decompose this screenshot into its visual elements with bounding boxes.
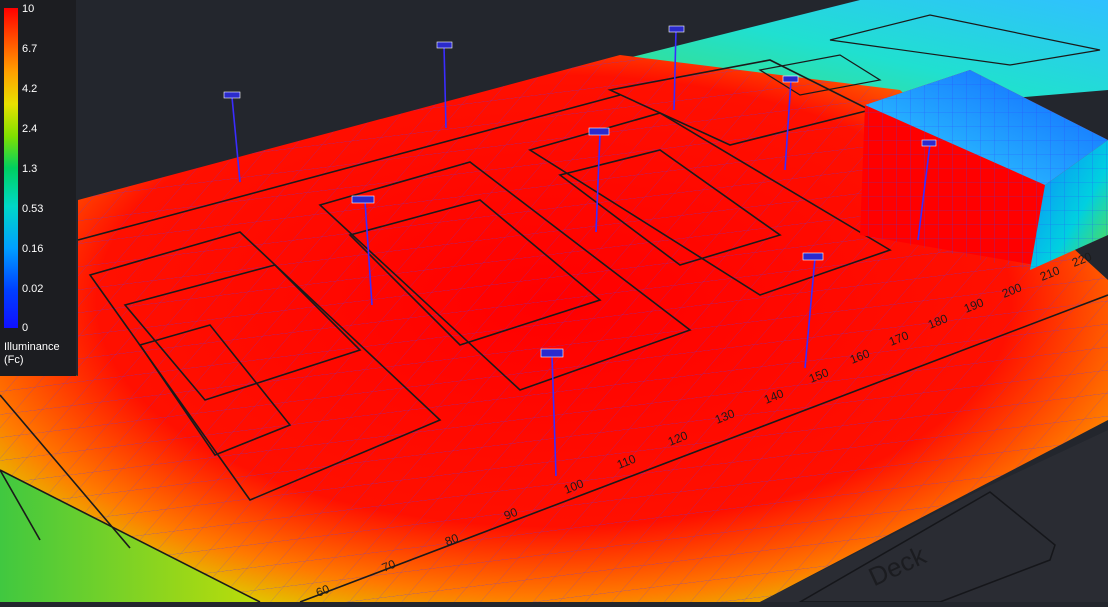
legend-tick: 1.3 (22, 163, 38, 175)
luminaire-3 (668, 25, 685, 33)
scene-svg[interactable]: 60 70 80 90 100 110 120 130 140 150 160 … (0, 0, 1108, 603)
legend-tick: 0 (22, 322, 29, 334)
color-scale-bar (4, 8, 18, 328)
legend-tick: 2.4 (22, 123, 38, 135)
legend-tick: 0.16 (22, 243, 44, 255)
luminaire-9 (540, 348, 564, 358)
legend-tick: 6.7 (22, 43, 38, 55)
legend-title: Illuminance (Fc) (4, 341, 60, 367)
legend-title-line1: Illuminance (4, 341, 60, 353)
luminaire-8 (802, 252, 824, 261)
luminaire-6 (588, 127, 610, 136)
legend-title-line2: (Fc) (4, 354, 24, 366)
legend-tick: 10 (22, 3, 35, 15)
luminaire-2 (436, 41, 453, 49)
luminaire-5 (351, 195, 375, 204)
luminaire-7 (921, 139, 937, 147)
luminaire-4 (782, 75, 799, 83)
luminaire-1 (223, 91, 241, 99)
legend-tick: 4.2 (22, 83, 38, 95)
illuminance-legend: 10 6.7 4.2 2.4 1.3 0.53 0.16 0.02 0 Illu… (0, 0, 76, 376)
legend-tick: 0.02 (22, 283, 44, 295)
viewport-3d[interactable]: 60 70 80 90 100 110 120 130 140 150 160 … (0, 0, 1108, 603)
legend-tick: 0.53 (22, 203, 44, 215)
